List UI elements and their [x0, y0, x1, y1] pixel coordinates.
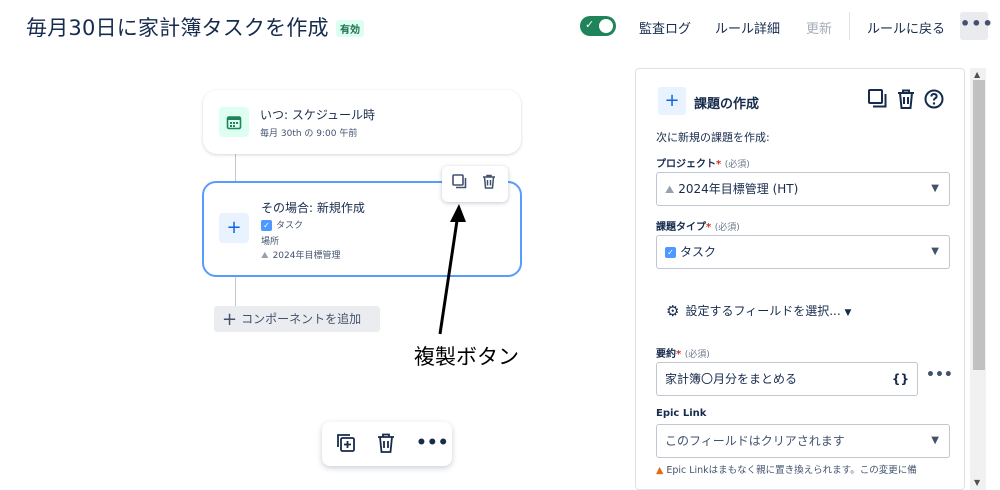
- page-title: 毎月30日に家計簿タスクを作成: [26, 16, 329, 40]
- back-to-rules-button[interactable]: ルールに戻る: [867, 18, 945, 37]
- rule-details-link[interactable]: ルール詳細: [715, 18, 780, 37]
- create-issue-panel: + 課題の作成 次に新規の課題を作成: プロジェクト* (必須) ⛰ 2024年目…: [635, 68, 965, 490]
- header-divider: [849, 12, 850, 40]
- checkbox-icon: ✓: [665, 247, 676, 258]
- project-icon: ⛰: [665, 183, 675, 196]
- epic-link-label: Epic Link: [656, 408, 707, 419]
- gear-icon: ⚙: [666, 302, 680, 320]
- rule-canvas: いつ: スケジュール時 毎月 30th の 9:00 午前 + その場合: 新規…: [0, 56, 632, 490]
- connector-line: [235, 277, 236, 306]
- project-label: プロジェクト* (必須): [656, 159, 750, 170]
- chevron-down-icon: ▼: [844, 308, 852, 318]
- plus-icon: +: [658, 87, 686, 115]
- chevron-down-icon: ▼: [931, 246, 939, 257]
- trigger-title: いつ: スケジュール時: [260, 108, 376, 122]
- status-badge: 有効: [336, 20, 364, 37]
- calendar-icon: [219, 107, 249, 137]
- annotation-label: 複製ボタン: [414, 345, 519, 369]
- update-button[interactable]: 更新: [806, 18, 832, 37]
- delete-button[interactable]: [377, 433, 395, 458]
- scroll-up-icon[interactable]: ▲: [974, 70, 980, 79]
- copy-add-button[interactable]: [336, 433, 356, 458]
- duplicate-button[interactable]: [452, 174, 467, 193]
- duplicate-button[interactable]: [868, 89, 887, 113]
- scroll-down-icon[interactable]: ▼: [974, 478, 980, 487]
- canvas-toolbar: •••: [322, 422, 452, 466]
- plus-icon: +: [222, 309, 238, 330]
- check-icon: ✓: [585, 18, 595, 31]
- help-icon[interactable]: [924, 89, 944, 114]
- delete-button[interactable]: [482, 174, 496, 193]
- annotation-arrow: [438, 204, 466, 335]
- panel-title: 課題の作成: [694, 97, 760, 112]
- project-icon: ⛰: [261, 251, 269, 261]
- panel-description: 次に新規の課題を作成:: [656, 131, 770, 144]
- connector-line: [235, 154, 236, 181]
- epic-link-warning: ▲ Epic Linkはまもなく親に置き換えられます。この変更に備: [656, 465, 917, 476]
- epic-link-select[interactable]: このフィールドはクリアされます ▼: [656, 424, 950, 458]
- plus-icon: +: [219, 213, 249, 243]
- toggle-knob: [599, 19, 613, 33]
- rule-enable-toggle[interactable]: ✓: [580, 16, 616, 36]
- summary-label: 要約* (必須): [656, 349, 710, 360]
- smart-value-button[interactable]: {}: [892, 363, 909, 395]
- action-title: その場合: 新規作成: [261, 201, 365, 215]
- scrollbar-thumb[interactable]: [973, 80, 985, 370]
- issue-type-label: 課題タイプ* (必須): [656, 222, 740, 233]
- more-options-button[interactable]: •••: [960, 12, 993, 40]
- action-issue-type: ✓ タスク: [261, 218, 303, 231]
- action-location-label: 場所: [261, 237, 280, 247]
- project-select[interactable]: ⛰ 2024年目標管理 (HT) ▼: [656, 172, 950, 206]
- warning-icon: ▲: [656, 465, 664, 476]
- card-toolbar: [442, 166, 508, 202]
- action-project: ⛰ 2024年目標管理: [261, 251, 341, 261]
- add-component-button[interactable]: + コンポーネントを追加: [214, 306, 380, 332]
- trigger-card[interactable]: いつ: スケジュール時 毎月 30th の 9:00 午前: [203, 90, 521, 154]
- header: 毎月30日に家計簿タスクを作成 有効 ✓ 監査ログ ルール詳細 更新 ルールに戻…: [0, 0, 1000, 56]
- checkbox-icon: ✓: [261, 220, 272, 231]
- summary-more-button[interactable]: •••: [926, 367, 953, 383]
- summary-input[interactable]: 家計簿〇月分をまとめる {}: [656, 362, 918, 396]
- more-options-button[interactable]: •••: [416, 433, 449, 453]
- issue-type-select[interactable]: ✓ タスク ▼: [656, 235, 950, 269]
- chevron-down-icon: ▼: [931, 435, 939, 446]
- trigger-subtitle: 毎月 30th の 9:00 午前: [260, 129, 358, 139]
- delete-button[interactable]: [897, 89, 915, 114]
- select-fields-button[interactable]: ⚙ 設定するフィールドを選択... ▼: [666, 302, 851, 320]
- chevron-down-icon: ▼: [931, 183, 939, 194]
- audit-log-link[interactable]: 監査ログ: [639, 18, 691, 37]
